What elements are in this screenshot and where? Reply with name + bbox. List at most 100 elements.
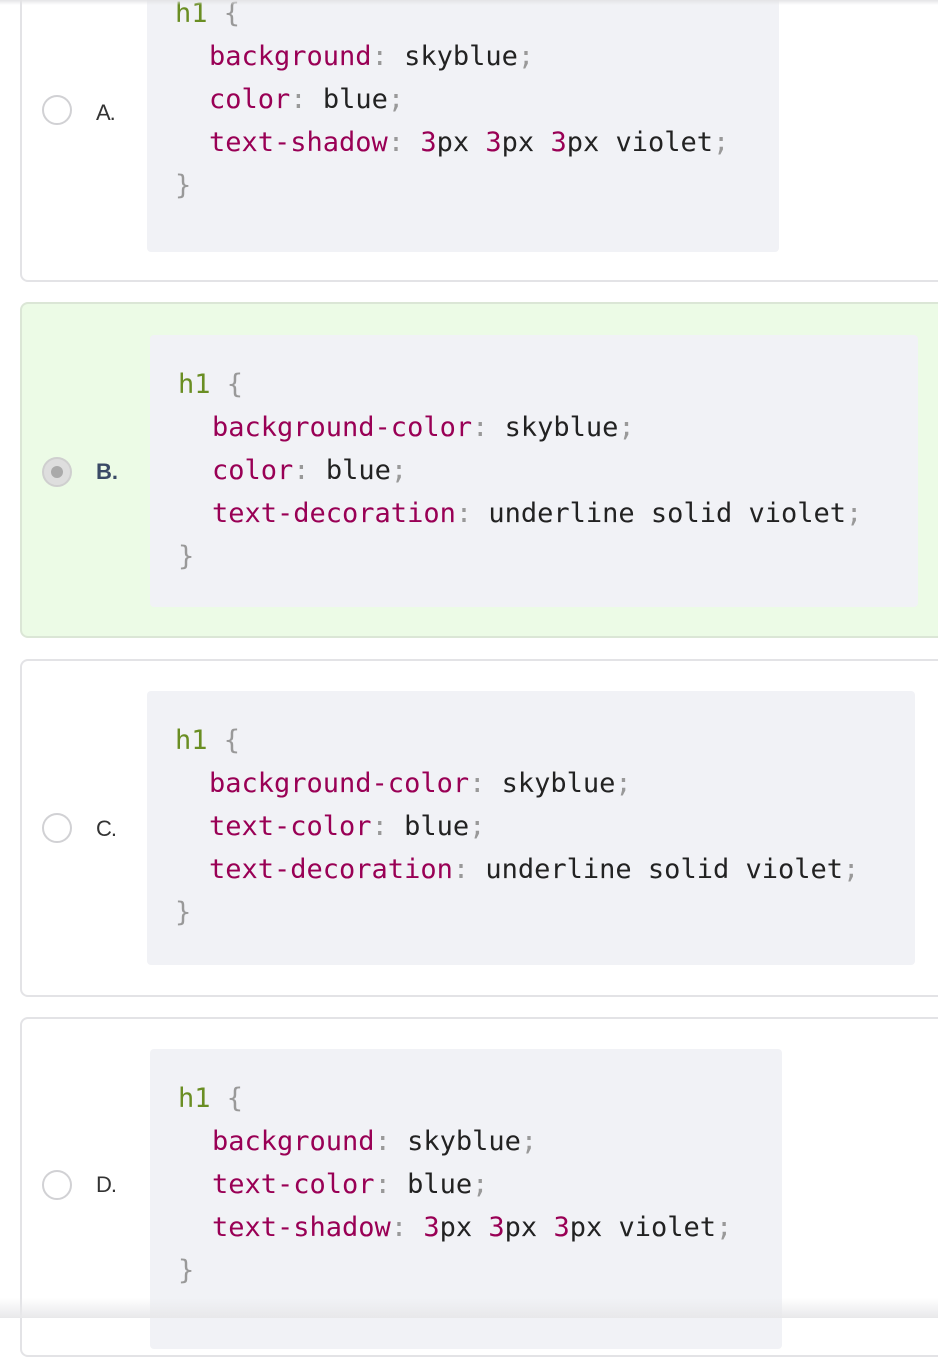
semicolon: ; xyxy=(390,455,408,486)
code-line: color: blue; xyxy=(175,78,779,121)
semicolon: ; xyxy=(713,127,730,158)
close-brace: } xyxy=(175,170,192,201)
css-selector: h1 xyxy=(178,369,211,400)
css-property: text-color xyxy=(209,811,372,842)
code-line: h1 { xyxy=(178,363,918,406)
colon: : xyxy=(293,455,310,486)
close-brace: } xyxy=(178,1255,195,1286)
css-value: px xyxy=(439,1212,489,1243)
css-value: underline solid violet xyxy=(488,498,846,529)
semicolon: ; xyxy=(615,768,632,799)
option-letter-c: C. xyxy=(96,816,117,841)
code-line: background-color: skyblue; xyxy=(175,762,915,805)
css-value: skyblue xyxy=(404,41,518,72)
css-property: background-color xyxy=(212,412,473,443)
bottom-scroll-shadow xyxy=(0,1298,938,1318)
css-value: px violet xyxy=(569,1212,717,1243)
css-selector: h1 xyxy=(175,725,208,756)
open-brace: { xyxy=(210,369,244,400)
css-value: skyblue xyxy=(407,1126,521,1157)
code-line: h1 { xyxy=(175,719,915,762)
code-line: text-decoration: underline solid violet; xyxy=(175,848,915,891)
css-value: px xyxy=(504,1212,554,1243)
css-value: px violet xyxy=(566,127,714,158)
css-number: 3 xyxy=(488,1212,505,1243)
code-block-c: h1 { background-color: skyblue; text-col… xyxy=(147,691,915,965)
option-letter-b: B. xyxy=(96,459,118,484)
css-property: color xyxy=(212,455,294,486)
css-value: skyblue xyxy=(504,412,619,443)
css-property: background xyxy=(209,41,372,72)
css-number: 3 xyxy=(485,127,502,158)
code-line: background: skyblue; xyxy=(178,1120,782,1163)
radio-button-d[interactable] xyxy=(42,1170,72,1200)
css-property: text-shadow xyxy=(212,1212,391,1243)
code-line: } xyxy=(175,164,779,207)
css-property: text-decoration xyxy=(209,854,453,885)
semicolon: ; xyxy=(618,412,635,443)
colon: : xyxy=(371,41,388,72)
semicolon: ; xyxy=(846,498,863,529)
code-line: background: skyblue; xyxy=(175,35,779,78)
semicolon: ; xyxy=(387,84,405,115)
answer-option-a[interactable]: A. h1 { background: skyblue; color: blue… xyxy=(20,0,938,282)
semicolon: ; xyxy=(517,41,535,72)
css-selector: h1 xyxy=(178,1083,211,1114)
semicolon: ; xyxy=(716,1212,733,1243)
code-line: text-shadow: 3px 3px 3px violet; xyxy=(175,121,779,164)
css-property: text-color xyxy=(212,1169,375,1200)
colon: : xyxy=(452,854,470,885)
colon: : xyxy=(290,84,307,115)
radio-button-c[interactable] xyxy=(42,813,72,843)
colon: : xyxy=(469,768,486,799)
colon: : xyxy=(374,1169,391,1200)
semicolon: ; xyxy=(520,1126,538,1157)
answer-option-b[interactable]: B. h1 { background-color: skyblue; color… xyxy=(20,302,938,638)
code-line: text-color: blue; xyxy=(178,1163,782,1206)
colon: : xyxy=(374,1126,391,1157)
css-value: skyblue xyxy=(501,768,616,799)
code-line: color: blue; xyxy=(178,449,918,492)
css-value: px xyxy=(436,127,486,158)
css-number: 3 xyxy=(550,127,567,158)
code-line: } xyxy=(175,891,915,934)
option-letter-a: A. xyxy=(96,100,116,125)
css-value: blue xyxy=(322,84,388,115)
answer-option-c[interactable]: C. h1 { background-color: skyblue; text-… xyxy=(20,659,938,997)
css-value: underline solid violet xyxy=(485,854,843,885)
semicolon: ; xyxy=(469,811,486,842)
semicolon: ; xyxy=(843,854,860,885)
css-property: text-decoration xyxy=(212,498,456,529)
css-property: background xyxy=(212,1126,375,1157)
radio-button-a[interactable] xyxy=(42,95,72,125)
open-brace: { xyxy=(210,1083,244,1114)
semicolon: ; xyxy=(472,1169,489,1200)
code-line: } xyxy=(178,535,918,578)
css-value: blue xyxy=(404,811,470,842)
code-block-a: h1 { background: skyblue; color: blue; t… xyxy=(147,0,779,252)
colon: : xyxy=(371,811,388,842)
colon: : xyxy=(472,412,489,443)
top-scroll-shadow xyxy=(0,0,938,5)
close-brace: } xyxy=(175,897,192,928)
colon: : xyxy=(390,1212,408,1243)
css-property: background-color xyxy=(209,768,470,799)
css-number: 3 xyxy=(553,1212,570,1243)
css-value: blue xyxy=(407,1169,473,1200)
css-number: 3 xyxy=(423,1212,440,1243)
code-line: text-shadow: 3px 3px 3px violet; xyxy=(178,1206,782,1249)
css-number: 3 xyxy=(420,127,437,158)
code-line: text-decoration: underline solid violet; xyxy=(178,492,918,535)
css-value: px xyxy=(501,127,551,158)
option-letter-d: D. xyxy=(96,1172,117,1197)
code-line: background-color: skyblue; xyxy=(178,406,918,449)
colon: : xyxy=(387,127,405,158)
code-line: } xyxy=(178,1249,782,1292)
open-brace: { xyxy=(207,725,241,756)
code-line: h1 { xyxy=(175,0,779,35)
radio-button-b[interactable] xyxy=(42,457,72,487)
radio-selected-dot xyxy=(51,466,63,478)
code-block-b: h1 { background-color: skyblue; color: b… xyxy=(150,335,918,607)
css-property: color xyxy=(209,84,291,115)
colon: : xyxy=(455,498,473,529)
